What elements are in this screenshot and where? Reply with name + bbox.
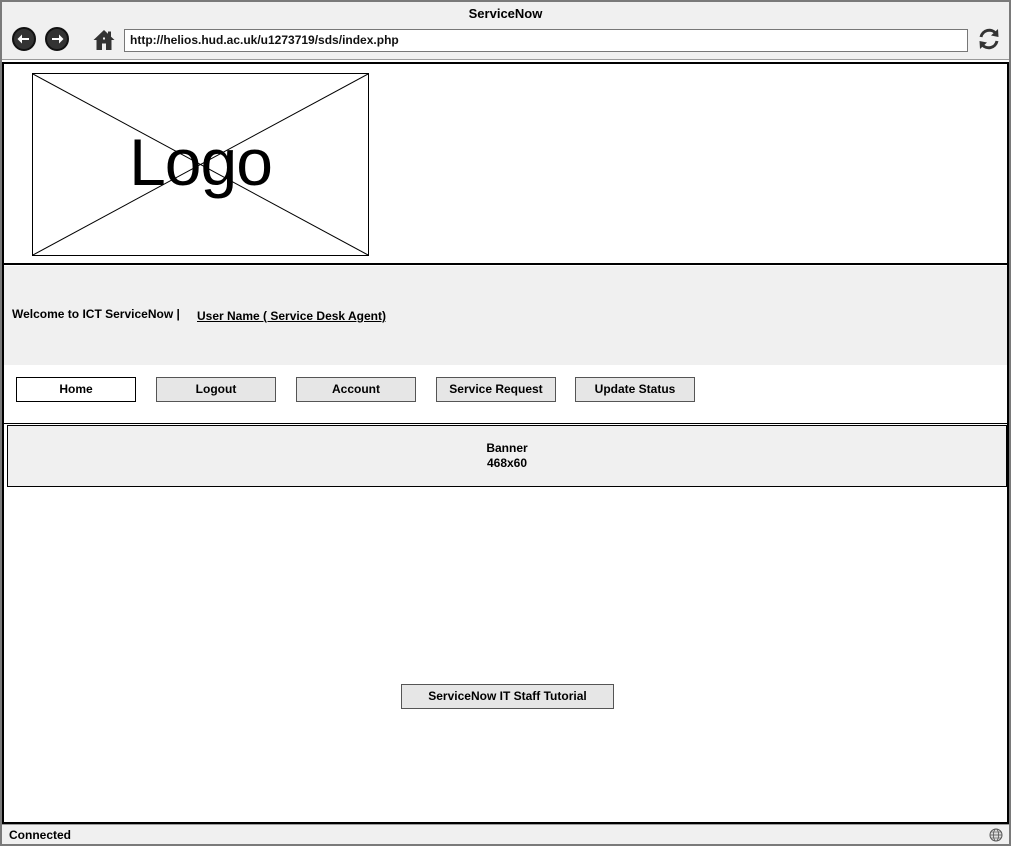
home-icon [93, 30, 115, 50]
banner-placeholder: Banner 468x60 [7, 425, 1007, 487]
globe-icon [989, 828, 1003, 842]
account-button[interactable]: Account [296, 377, 416, 402]
refresh-button[interactable] [976, 26, 1002, 52]
update-status-button[interactable]: Update Status [575, 377, 695, 402]
home-button[interactable] [92, 28, 116, 52]
status-text: Connected [9, 828, 72, 842]
browser-toolbar: ServiceNow http://helios.hud.ac.uk/u1273… [2, 2, 1009, 60]
logo-placeholder: Logo [32, 73, 369, 256]
refresh-icon [979, 28, 999, 50]
user-name-link[interactable]: User Name ( Service Desk Agent) [197, 309, 386, 323]
banner-size: 468x60 [486, 456, 528, 470]
tutorial-button[interactable]: ServiceNow IT Staff Tutorial [401, 684, 614, 709]
menu-divider [4, 423, 1007, 424]
service-request-button[interactable]: Service Request [436, 377, 556, 402]
home-button[interactable]: Home [16, 377, 136, 402]
page-content: Logo Welcome to ICT ServiceNow | User Na… [2, 62, 1009, 824]
status-bar: Connected [2, 824, 1009, 844]
header-divider [4, 263, 1007, 265]
logo-text: Logo [129, 125, 273, 199]
arrow-right-icon [52, 34, 64, 44]
address-bar[interactable]: http://helios.hud.ac.uk/u1273719/sds/ind… [124, 29, 968, 52]
back-button[interactable] [12, 27, 36, 51]
logout-button[interactable]: Logout [156, 377, 276, 402]
arrow-left-icon [17, 34, 29, 44]
window-title: ServiceNow [468, 6, 543, 21]
forward-button[interactable] [45, 27, 69, 51]
browser-window: ServiceNow http://helios.hud.ac.uk/u1273… [0, 0, 1011, 846]
welcome-text: Welcome to ICT ServiceNow | [12, 307, 180, 321]
banner-label: Banner [486, 441, 528, 455]
welcome-bar: Welcome to ICT ServiceNow | User Name ( … [4, 266, 1007, 365]
